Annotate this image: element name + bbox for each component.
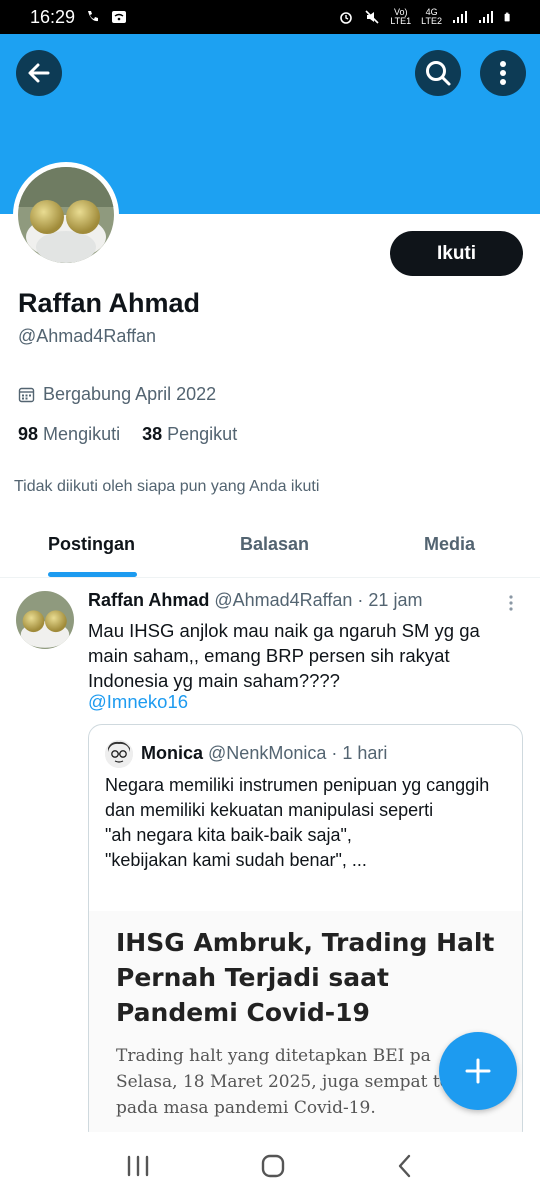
- tab-posts[interactable]: Postingan: [48, 534, 135, 555]
- followers-link[interactable]: 38 Pengikut: [142, 424, 237, 445]
- follow-stats: 98 Mengikuti 38 Pengikut: [18, 424, 237, 445]
- signal-2-icon: [479, 11, 493, 23]
- volte-label: Vo) LTE1: [390, 7, 412, 26]
- quoted-line-3: "kebijakan kami sudah benar", ...: [105, 850, 367, 870]
- quoted-header: Monica @NenkMonica · 1 hari: [141, 743, 387, 764]
- back-button[interactable]: [16, 50, 62, 96]
- alarm-icon: [340, 12, 353, 24]
- profile-tabs: Postingan Balasan Media: [0, 520, 540, 578]
- quoted-line-2: "ah negara kita baik-baik saja",: [105, 825, 352, 845]
- calendar-icon: [18, 387, 35, 403]
- signal-icon: [453, 11, 467, 23]
- post-header: Raffan Ahmad @Ahmad4Raffan · 21 jam: [88, 590, 422, 611]
- call-forward-icon: [88, 11, 99, 22]
- active-tab-indicator: [48, 572, 137, 577]
- profile-name: Raffan Ahmad: [18, 288, 201, 318]
- status-time: 16:29: [30, 6, 76, 27]
- follow-button[interactable]: Ikuti: [390, 231, 523, 276]
- post-author-name[interactable]: Raffan Ahmad: [88, 590, 209, 610]
- joined-date: Bergabung April 2022: [18, 384, 216, 405]
- battery-icon: [504, 12, 510, 22]
- status-bar: 16:29 Vo) LTE1 4G LTE2: [0, 0, 540, 34]
- profile-handle: @Ahmad4Raffan: [18, 326, 157, 346]
- quoted-text: Negara memiliki instrumen penipuan yg ca…: [105, 773, 505, 873]
- quoted-line-1: Negara memiliki instrumen penipuan yg ca…: [105, 775, 490, 820]
- quoted-author-handle: @NenkMonica: [208, 743, 327, 763]
- post-author-handle: @Ahmad4Raffan: [214, 590, 353, 610]
- arrow-left-icon: [28, 63, 50, 83]
- pears-photo-small: [16, 591, 74, 649]
- quoted-separator: ·: [331, 743, 338, 763]
- more-vertical-icon: [500, 61, 506, 85]
- not-followed-notice: Tidak diikuti oleh siapa pun yang Anda i…: [14, 478, 320, 495]
- pears-photo: [18, 167, 114, 263]
- quoted-media-image[interactable]: IHSG Ambruk, Trading Halt Pernah Terjadi…: [89, 911, 522, 1143]
- tab-replies[interactable]: Balasan: [240, 534, 309, 555]
- followers-label: Pengikut: [167, 424, 238, 444]
- search-button[interactable]: [415, 50, 461, 96]
- search-icon: [426, 61, 451, 86]
- followers-count: 38: [142, 424, 163, 444]
- network-gen-label: 4G LTE2: [421, 7, 442, 26]
- following-link[interactable]: 98 Mengikuti: [18, 424, 120, 445]
- compose-button[interactable]: [439, 1032, 517, 1110]
- mute-icon: [365, 10, 379, 24]
- recent-apps-icon[interactable]: [125, 1154, 151, 1178]
- post-more-icon[interactable]: [506, 594, 516, 612]
- post-author-avatar[interactable]: [16, 591, 74, 649]
- quoted-author-name: Monica: [141, 743, 204, 763]
- post-text: Mau IHSG anjlok mau naik ga ngaruh SM yg…: [88, 620, 480, 691]
- following-count: 98: [18, 424, 39, 444]
- tab-media[interactable]: Media: [424, 534, 475, 555]
- post-separator: ·: [357, 590, 364, 610]
- more-options-button[interactable]: [480, 50, 526, 96]
- post-time: 21 jam: [368, 590, 423, 610]
- cartoon-face-icon: [105, 740, 133, 768]
- system-nav-bar: [0, 1132, 540, 1200]
- joined-text: Bergabung April 2022: [43, 384, 217, 404]
- wifi-calling-icon: [112, 11, 127, 23]
- post-mention-link[interactable]: @Imneko16: [88, 691, 188, 713]
- quoted-time: 1 hari: [342, 743, 388, 763]
- home-icon[interactable]: [260, 1153, 286, 1179]
- plus-icon: [465, 1058, 491, 1084]
- quoted-author-avatar: [105, 740, 133, 768]
- media-headline: IHSG Ambruk, Trading Halt Pernah Terjadi…: [116, 928, 495, 1027]
- profile-avatar[interactable]: [13, 162, 119, 268]
- back-nav-icon[interactable]: [395, 1153, 415, 1179]
- following-label: Mengikuti: [43, 424, 121, 444]
